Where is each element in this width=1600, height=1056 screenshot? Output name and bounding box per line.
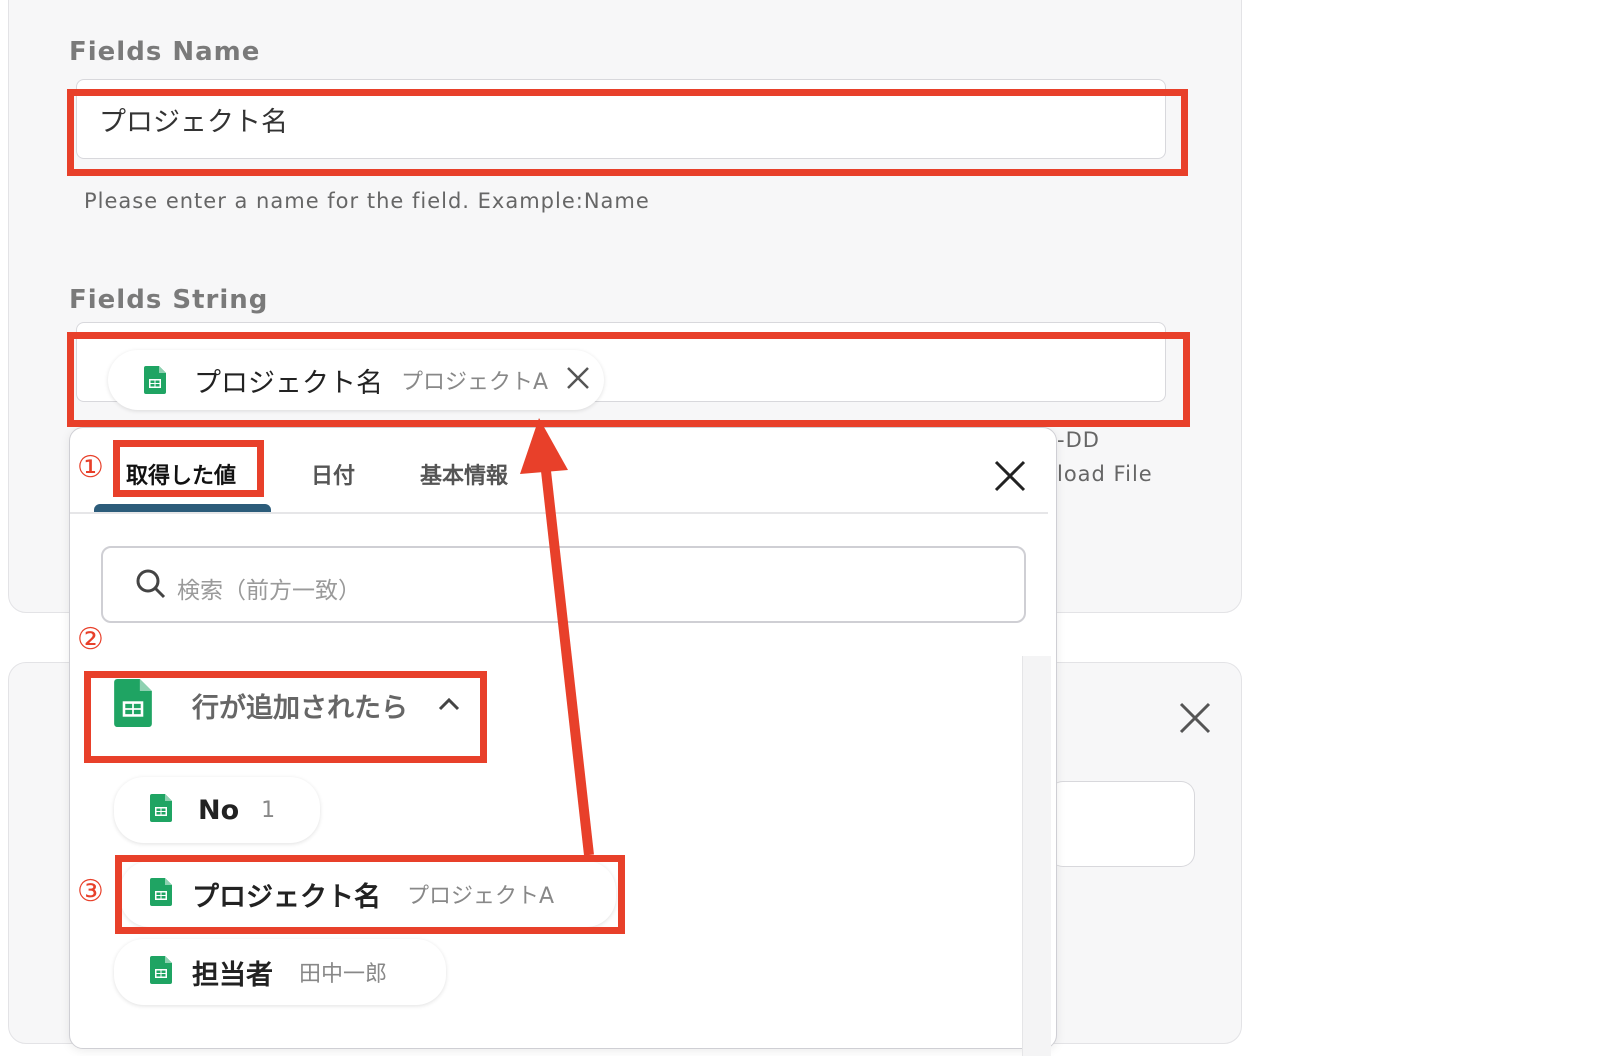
search-placeholder: 検索（前方一致） xyxy=(177,578,361,604)
group-title: 行が追加されたら xyxy=(192,692,408,724)
partial-upload-hint: load File xyxy=(1057,462,1153,486)
sheets-icon xyxy=(144,366,166,394)
item-value: プロジェクトA xyxy=(407,884,555,909)
list-item[interactable]: プロジェクト名 プロジェクトA xyxy=(120,861,616,927)
tab-divider xyxy=(70,512,1048,514)
fields-string-label: Fields String xyxy=(69,285,269,315)
partial-date-hint: -DD xyxy=(1057,428,1100,452)
scrollbar[interactable] xyxy=(1022,656,1051,1056)
next-card-input[interactable] xyxy=(1049,781,1195,867)
item-name: No xyxy=(198,794,240,826)
item-value: 田中一郎 xyxy=(299,962,388,987)
fields-name-hint: Please enter a name for the field. Examp… xyxy=(84,189,650,213)
sheets-icon xyxy=(114,679,152,731)
fields-string-chip[interactable]: プロジェクト名 プロジェクトA xyxy=(108,350,604,410)
trigger-group-header[interactable]: 行が追加されたら xyxy=(106,665,476,745)
item-name: プロジェクト名 xyxy=(192,881,381,913)
sheets-icon xyxy=(150,794,172,826)
tab-acquired-values[interactable]: 取得した値 xyxy=(126,458,236,490)
tab-date[interactable]: 日付 xyxy=(311,458,355,490)
chip-field-value: プロジェクトA xyxy=(401,370,549,395)
item-name: 担当者 xyxy=(192,959,273,991)
active-tab-indicator xyxy=(94,504,271,512)
chip-remove-icon[interactable] xyxy=(566,366,590,394)
close-icon[interactable] xyxy=(994,460,1026,496)
step-1-marker: ① xyxy=(77,450,104,485)
list-item[interactable]: 担当者 田中一郎 xyxy=(114,939,446,1005)
fields-name-label: Fields Name xyxy=(69,37,261,67)
chip-field-name: プロジェクト名 xyxy=(194,367,383,399)
sheets-icon xyxy=(150,956,172,988)
fields-name-value: プロジェクト名 xyxy=(99,107,288,138)
item-value: 1 xyxy=(261,797,276,823)
list-item[interactable]: No 1 xyxy=(114,777,320,843)
sheets-icon xyxy=(150,878,172,910)
chevron-up-icon xyxy=(438,696,460,715)
search-icon xyxy=(135,568,167,604)
step-3-marker: ③ xyxy=(77,874,104,909)
search-input[interactable]: 検索（前方一致） xyxy=(101,546,1026,623)
fields-name-input[interactable]: プロジェクト名 xyxy=(76,79,1166,159)
step-2-marker: ② xyxy=(77,622,104,657)
close-icon[interactable] xyxy=(1179,702,1211,738)
tab-basic-info[interactable]: 基本情報 xyxy=(420,458,508,490)
